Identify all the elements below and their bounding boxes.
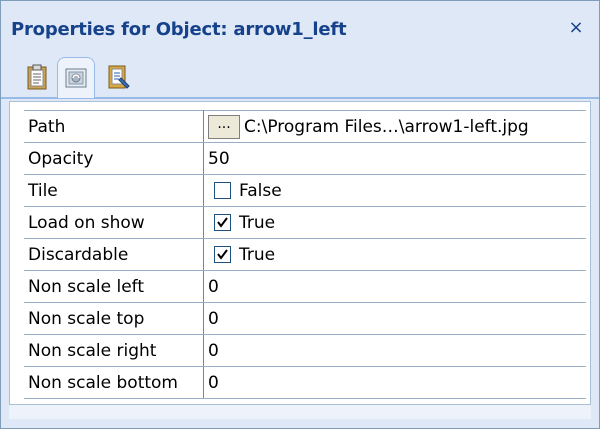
panel-title: Properties for Object: arrow1_left: [11, 19, 347, 40]
property-row[interactable]: Discardable True: [24, 238, 586, 271]
panel-header: Properties for Object: arrow1_left ×: [1, 1, 599, 53]
property-value-text: 50: [208, 148, 230, 169]
property-value[interactable]: 50: [203, 142, 586, 175]
property-value-text: False: [239, 180, 282, 201]
property-row[interactable]: Opacity 50: [24, 142, 586, 175]
image-properties-icon: [65, 68, 87, 88]
image-properties-tab[interactable]: [57, 57, 95, 98]
property-label: Non scale left: [24, 270, 204, 303]
property-label: Discardable: [24, 238, 204, 271]
property-value-text: True: [239, 244, 276, 265]
grid-footer: [9, 405, 591, 419]
property-value[interactable]: 0: [203, 366, 586, 399]
property-row[interactable]: Non scale top 0: [24, 302, 586, 335]
property-value[interactable]: ... C:\Program Files…\arrow1-left.jpg: [203, 110, 586, 143]
browse-button[interactable]: ...: [208, 114, 240, 139]
property-value-text: 0: [208, 276, 219, 297]
property-row[interactable]: Path... C:\Program Files…\arrow1-left.jpg: [24, 110, 586, 143]
property-value-text: 0: [208, 308, 219, 329]
clipboard-button[interactable]: [19, 59, 55, 95]
property-label: Non scale right: [24, 334, 204, 367]
property-value-text: 0: [208, 340, 219, 361]
property-row[interactable]: Non scale right 0: [24, 334, 586, 367]
property-label: Opacity: [24, 142, 204, 175]
property-value[interactable]: 0: [203, 334, 586, 367]
property-label: Non scale top: [24, 302, 204, 335]
property-row[interactable]: Non scale bottom 0: [24, 366, 586, 399]
property-value-text: True: [239, 212, 276, 233]
checkmark-icon: [217, 217, 228, 228]
properties-panel: Properties for Object: arrow1_left × Pat…: [0, 0, 600, 429]
property-value[interactable]: True: [203, 206, 586, 239]
property-value-text: 0: [208, 372, 219, 393]
notes-button[interactable]: [101, 59, 137, 95]
clipboard-icon: [27, 64, 47, 90]
checkmark-icon: [217, 249, 228, 260]
property-row[interactable]: Non scale left 0: [24, 270, 586, 303]
property-table: Path... C:\Program Files…\arrow1-left.jpg…: [24, 110, 586, 399]
property-value-text: C:\Program Files…\arrow1-left.jpg: [244, 116, 529, 137]
property-value[interactable]: True: [203, 238, 586, 271]
property-label: Non scale bottom: [24, 366, 204, 399]
property-label: Path: [24, 110, 204, 143]
property-value[interactable]: False: [203, 174, 586, 207]
notes-icon: [108, 65, 130, 89]
property-label: Load on show: [24, 206, 204, 239]
property-grid: Path... C:\Program Files…\arrow1-left.jpg…: [9, 101, 591, 405]
property-row[interactable]: Load on show True: [24, 206, 586, 239]
panel-toolbar: [1, 53, 599, 99]
property-value[interactable]: 0: [203, 270, 586, 303]
property-checkbox[interactable]: [214, 214, 231, 231]
property-label: Tile: [24, 174, 204, 207]
close-icon[interactable]: ×: [565, 17, 587, 39]
property-row[interactable]: Tile False: [24, 174, 586, 207]
property-checkbox[interactable]: [214, 182, 231, 199]
property-checkbox[interactable]: [214, 246, 231, 263]
property-value[interactable]: 0: [203, 302, 586, 335]
